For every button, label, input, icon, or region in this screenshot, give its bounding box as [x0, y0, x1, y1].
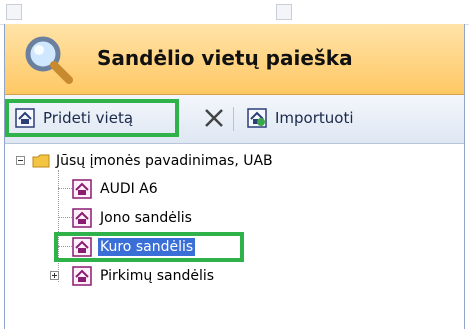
- tree-item-selected[interactable]: Kuro sandėlis: [72, 236, 196, 258]
- house-icon: [15, 108, 35, 128]
- tree-root-label: Jūsų įmonės pavadinimas, UAB: [56, 153, 273, 169]
- add-location-label: Prideti vietą: [43, 109, 134, 127]
- import-label: Importuoti: [275, 109, 354, 127]
- add-location-button[interactable]: Prideti vietą: [5, 99, 179, 137]
- house-icon: [72, 208, 92, 228]
- page-title: Sandėlio vietų paieška: [97, 46, 353, 70]
- house-icon: [72, 266, 92, 286]
- expand-toggle[interactable]: [50, 271, 59, 280]
- tree-view: Jūsų įmonės pavadinimas, UAB AUDI A6 Jon…: [8, 150, 458, 320]
- import-icon: [247, 108, 267, 128]
- house-icon: [72, 179, 92, 199]
- tree-root[interactable]: Jūsų įmonės pavadinimas, UAB: [32, 150, 275, 172]
- tree-item-label: Jono sandėlis: [100, 210, 192, 226]
- close-icon[interactable]: [201, 105, 227, 131]
- window-icon: [6, 4, 22, 20]
- toolbar: Prideti vietą Importuoti: [5, 95, 464, 144]
- toolbar-separator: [233, 107, 234, 131]
- window-icon: [276, 4, 292, 20]
- tree-item[interactable]: Jono sandėlis: [72, 207, 194, 229]
- magnifier-icon: [25, 36, 73, 84]
- folder-icon: [32, 154, 50, 168]
- tree-item[interactable]: AUDI A6: [72, 178, 160, 200]
- window-top-strip: [0, 0, 469, 25]
- house-icon: [72, 237, 92, 257]
- tree-item[interactable]: Pirkimų sandėlis: [72, 265, 216, 287]
- collapse-toggle[interactable]: [16, 156, 25, 165]
- tree-item-label: AUDI A6: [100, 181, 158, 197]
- panel-header: Sandėlio vietų paieška: [5, 24, 464, 95]
- tree-item-label: Kuro sandėlis: [98, 238, 196, 256]
- frame-border: [464, 24, 465, 329]
- tree-connector: [58, 170, 59, 282]
- tree-item-label: Pirkimų sandėlis: [100, 268, 215, 284]
- import-button[interactable]: Importuoti: [241, 103, 360, 133]
